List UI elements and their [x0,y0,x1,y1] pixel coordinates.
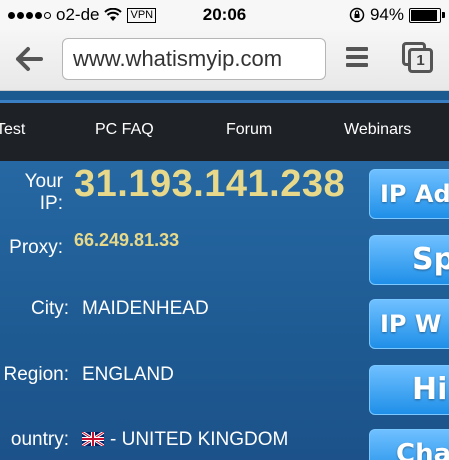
region-label: Region: [3,364,70,385]
address-bar[interactable]: www.whatismyip.com [62,38,326,80]
orientation-lock-icon [349,7,365,23]
country-row: - UNITED KINGDOM [82,429,288,451]
hide-ip-button[interactable]: Hi [369,365,449,415]
region-value: ENGLAND [82,364,174,385]
menu-button[interactable] [346,47,368,69]
ip-address-lookup-button[interactable]: IP Ad [369,169,449,219]
speed-test-button[interactable]: Sp [369,235,449,285]
city-value: MAIDENHEAD [82,298,209,319]
tabs-button[interactable]: 1 [402,42,434,74]
site-nav: Test PC FAQ Forum Webinars [0,103,449,161]
country-value: - UNITED KINGDOM [110,429,289,450]
web-content: Test PC FAQ Forum Webinars Your IP: 31.1… [0,91,449,460]
status-right: 94% [349,5,445,25]
battery-icon [409,7,445,23]
nav-item-forum[interactable]: Forum [226,121,272,139]
ip-info-panel: Your IP: 31.193.141.238 Proxy: 66.249.81… [0,161,449,460]
back-button[interactable] [14,44,44,74]
browser-toolbar: www.whatismyip.com 1 [0,30,449,91]
nav-item-test[interactable]: Test [0,121,25,139]
status-bar: o2-de VPN 20:06 94% [0,0,449,30]
nav-item-webinars[interactable]: Webinars [344,121,411,139]
battery-percent: 94% [369,5,404,24]
back-arrow-icon [16,47,43,71]
city-label: City: [31,298,69,319]
ip-address: 31.193.141.238 [74,163,346,205]
tab-count: 1 [408,48,433,73]
proxy-address: 66.249.81.33 [74,230,180,250]
url-text: www.whatismyip.com [73,46,283,71]
nav-item-pc-faq[interactable]: PC FAQ [95,121,154,139]
change-ip-button[interactable]: Cha [369,429,449,460]
proxy-label: Proxy: [9,237,63,258]
ip-label: Your IP: [24,171,63,214]
hamburger-icon [346,47,368,51]
country-label: ountry: [10,429,69,450]
ip-whois-button[interactable]: IP W [369,299,449,349]
uk-flag-icon [82,432,104,446]
